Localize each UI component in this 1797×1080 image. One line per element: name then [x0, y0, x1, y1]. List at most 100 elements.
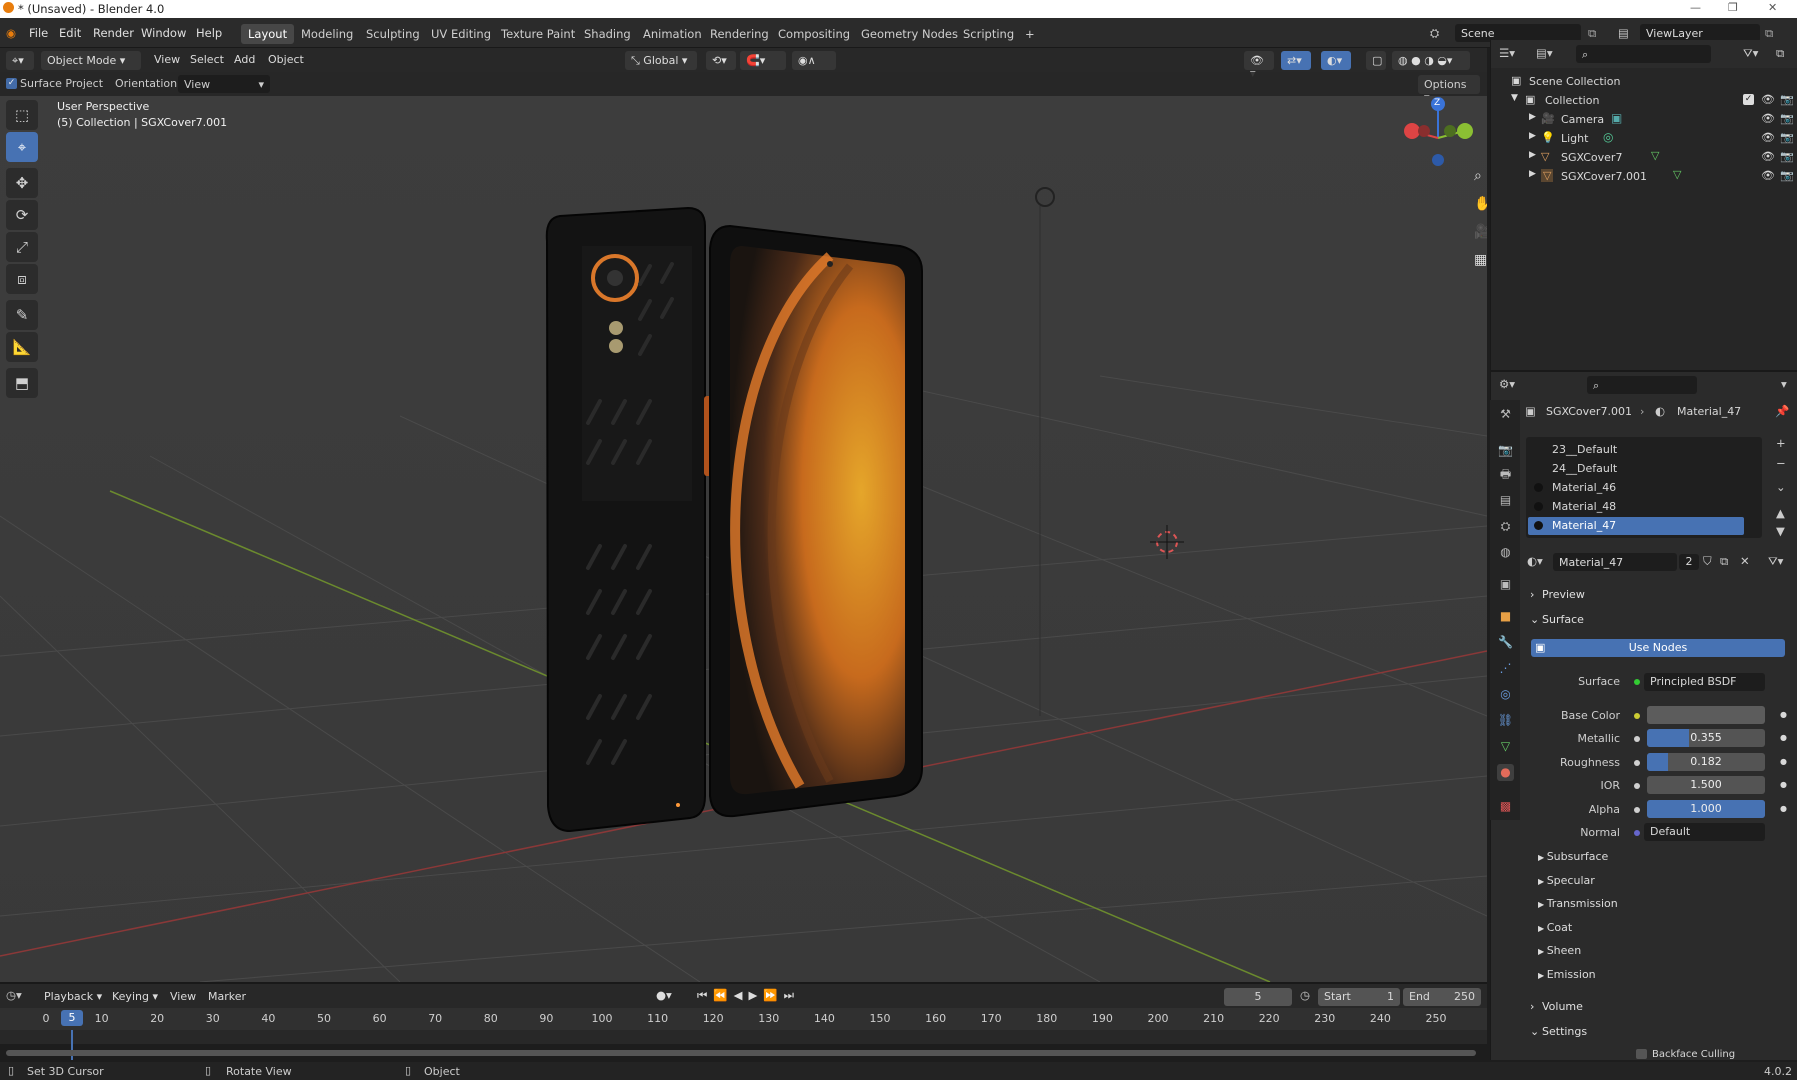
- world-tab-icon[interactable]: ◍: [1497, 544, 1514, 561]
- alpha-slider[interactable]: 1.000: [1647, 800, 1765, 818]
- material-slot[interactable]: 23__Default: [1528, 441, 1744, 459]
- move-icon[interactable]: ✥: [6, 168, 38, 198]
- add-workspace-icon[interactable]: +: [1018, 24, 1042, 44]
- tab-texture-paint[interactable]: Texture Paint: [494, 24, 582, 44]
- material-browse-icon[interactable]: ◐▾: [1527, 554, 1543, 568]
- render-camera-icon[interactable]: 📷: [1780, 112, 1794, 125]
- value-socket-icon[interactable]: [1634, 736, 1640, 742]
- eye-icon[interactable]: 👁: [1761, 150, 1775, 163]
- keyframe-dot-icon[interactable]: ●: [1780, 710, 1787, 719]
- minimize-icon[interactable]: —: [1690, 1, 1701, 14]
- eye-icon[interactable]: 👁: [1761, 93, 1775, 106]
- blender-menu-icon[interactable]: ◉: [6, 26, 16, 40]
- close-icon[interactable]: ✕: [1768, 1, 1777, 14]
- gizmo-icon[interactable]: ⇄▾: [1281, 51, 1311, 70]
- menu-keying[interactable]: Keying ▾: [112, 990, 158, 1003]
- menu-select[interactable]: Select: [190, 53, 224, 66]
- slot-specials-icon[interactable]: ⌄: [1776, 480, 1786, 494]
- expand-icon[interactable]: ▶: [1529, 150, 1536, 160]
- modifier-tab-icon[interactable]: 🔧: [1497, 634, 1514, 651]
- render-camera-icon[interactable]: 📷: [1780, 150, 1794, 163]
- outliner-row-camera[interactable]: ▶ 🎥 Camera ▣ 👁 📷: [1491, 110, 1797, 129]
- menu-file[interactable]: File: [29, 26, 48, 40]
- keyframe-dot-icon[interactable]: ●: [1780, 733, 1787, 742]
- outliner-row-scene-collection[interactable]: ▣ Scene Collection: [1491, 72, 1797, 91]
- tab-sculpting[interactable]: Sculpting: [359, 24, 427, 44]
- tab-uv-editing[interactable]: UV Editing: [424, 24, 498, 44]
- view-layer-icon[interactable]: ▤: [1618, 26, 1629, 40]
- panel-surface[interactable]: ⌄ Surface: [1526, 608, 1791, 630]
- measure-icon[interactable]: 📐: [6, 332, 38, 362]
- subpanel-transmission[interactable]: ▶ Transmission: [1538, 897, 1618, 910]
- keyframe-dot-icon[interactable]: ●: [1780, 804, 1787, 813]
- menu-add[interactable]: Add: [234, 53, 255, 66]
- editor-type-icon[interactable]: ⌖▾: [6, 51, 34, 70]
- timeline-scrollbar[interactable]: [6, 1050, 1476, 1056]
- material-slot[interactable]: 24__Default: [1528, 460, 1744, 478]
- material-name-field[interactable]: Material_47: [1553, 553, 1677, 571]
- unlink-material-icon[interactable]: ✕: [1740, 554, 1750, 568]
- options-dropdown[interactable]: Options ▾: [1418, 75, 1480, 104]
- light-data-icon[interactable]: ◎: [1603, 130, 1613, 144]
- display-mode-icon[interactable]: ▤▾: [1536, 46, 1553, 60]
- add-cube-icon[interactable]: ⬒: [6, 368, 38, 398]
- value-socket-icon[interactable]: [1634, 807, 1640, 813]
- gizmo-x-icon[interactable]: [1404, 123, 1420, 139]
- tool-tab-icon[interactable]: ⚒: [1497, 406, 1514, 423]
- keyframe-dot-icon[interactable]: ●: [1780, 757, 1787, 766]
- gizmo-y-icon[interactable]: [1457, 123, 1473, 139]
- scale-icon[interactable]: ⤢: [6, 232, 38, 262]
- current-frame-field[interactable]: 5: [1224, 988, 1292, 1006]
- eye-icon[interactable]: 👁: [1761, 131, 1775, 144]
- vector-socket-icon[interactable]: [1634, 830, 1640, 836]
- move-slot-down-icon[interactable]: ▼: [1776, 524, 1785, 538]
- outliner-row-light[interactable]: ▶ 💡 Light ◎ 👁 📷: [1491, 129, 1797, 148]
- select-box-icon[interactable]: ⬚: [6, 100, 38, 130]
- subpanel-subsurface[interactable]: ▶ Subsurface: [1538, 850, 1608, 863]
- new-scene-icon[interactable]: ⧉: [1588, 26, 1596, 41]
- transform-icon[interactable]: ⧈: [6, 264, 38, 294]
- material-slot-selected[interactable]: Material_47: [1528, 517, 1744, 535]
- expand-icon[interactable]: ▶: [1529, 112, 1536, 122]
- surface-project-checkbox[interactable]: ✓: [6, 78, 17, 89]
- menu-object[interactable]: Object: [268, 53, 304, 66]
- tab-geometry-nodes[interactable]: Geometry Nodes: [854, 24, 965, 44]
- pan-hand-icon[interactable]: ✋: [1474, 196, 1487, 212]
- mode-dropdown[interactable]: Object Mode ▾: [41, 51, 141, 70]
- visibility-icon[interactable]: 👁▾: [1244, 51, 1274, 80]
- cursor-icon[interactable]: ⌖: [6, 132, 38, 162]
- material-slot[interactable]: Material_48: [1528, 498, 1744, 516]
- scene-icon[interactable]: ⛭: [1430, 26, 1439, 41]
- material-users-count[interactable]: 2: [1679, 554, 1699, 570]
- tab-rendering[interactable]: Rendering: [703, 24, 776, 44]
- tab-animation[interactable]: Animation: [636, 24, 709, 44]
- mesh-data-icon[interactable]: ▽: [1651, 149, 1659, 162]
- menu-marker[interactable]: Marker: [208, 990, 246, 1003]
- menu-timeline-view[interactable]: View: [170, 990, 196, 1003]
- constraints-tab-icon[interactable]: ⛓: [1497, 712, 1514, 729]
- remove-slot-icon[interactable]: −: [1776, 456, 1786, 470]
- normal-field[interactable]: Default: [1644, 823, 1765, 841]
- filter-icon[interactable]: ⛛▾: [1743, 46, 1758, 61]
- physics-tab-icon[interactable]: ◎: [1497, 686, 1514, 703]
- 3d-viewport[interactable]: User Perspective (5) Collection | SGXCov…: [0, 96, 1487, 982]
- render-camera-icon[interactable]: 📷: [1780, 169, 1794, 182]
- expand-icon[interactable]: ▶: [1529, 169, 1536, 179]
- properties-options-icon[interactable]: ▾: [1781, 377, 1787, 391]
- transform-orientation-dropdown[interactable]: ⤡ Global ▾: [625, 51, 697, 70]
- menu-window[interactable]: Window: [141, 26, 186, 40]
- eye-icon[interactable]: 👁: [1761, 112, 1775, 125]
- object-tab-icon[interactable]: ■: [1497, 608, 1514, 625]
- record-icon[interactable]: ●▾: [656, 988, 672, 1002]
- camera-data-icon[interactable]: ▣: [1611, 111, 1622, 125]
- tab-modeling[interactable]: Modeling: [294, 24, 360, 44]
- snap-icon[interactable]: 🧲▾: [740, 51, 786, 70]
- outliner-search-input[interactable]: ⌕: [1576, 45, 1711, 63]
- render-camera-icon[interactable]: 📷: [1780, 131, 1794, 144]
- rotate-icon[interactable]: ⟳: [6, 200, 38, 230]
- metallic-slider[interactable]: 0.355: [1647, 729, 1765, 747]
- end-frame-field[interactable]: End 250: [1403, 988, 1481, 1006]
- camera-view-icon[interactable]: 🎥: [1474, 224, 1487, 240]
- pivot-icon[interactable]: ⟲▾: [706, 51, 736, 70]
- collection-exclude-checkbox[interactable]: ✓: [1743, 94, 1754, 105]
